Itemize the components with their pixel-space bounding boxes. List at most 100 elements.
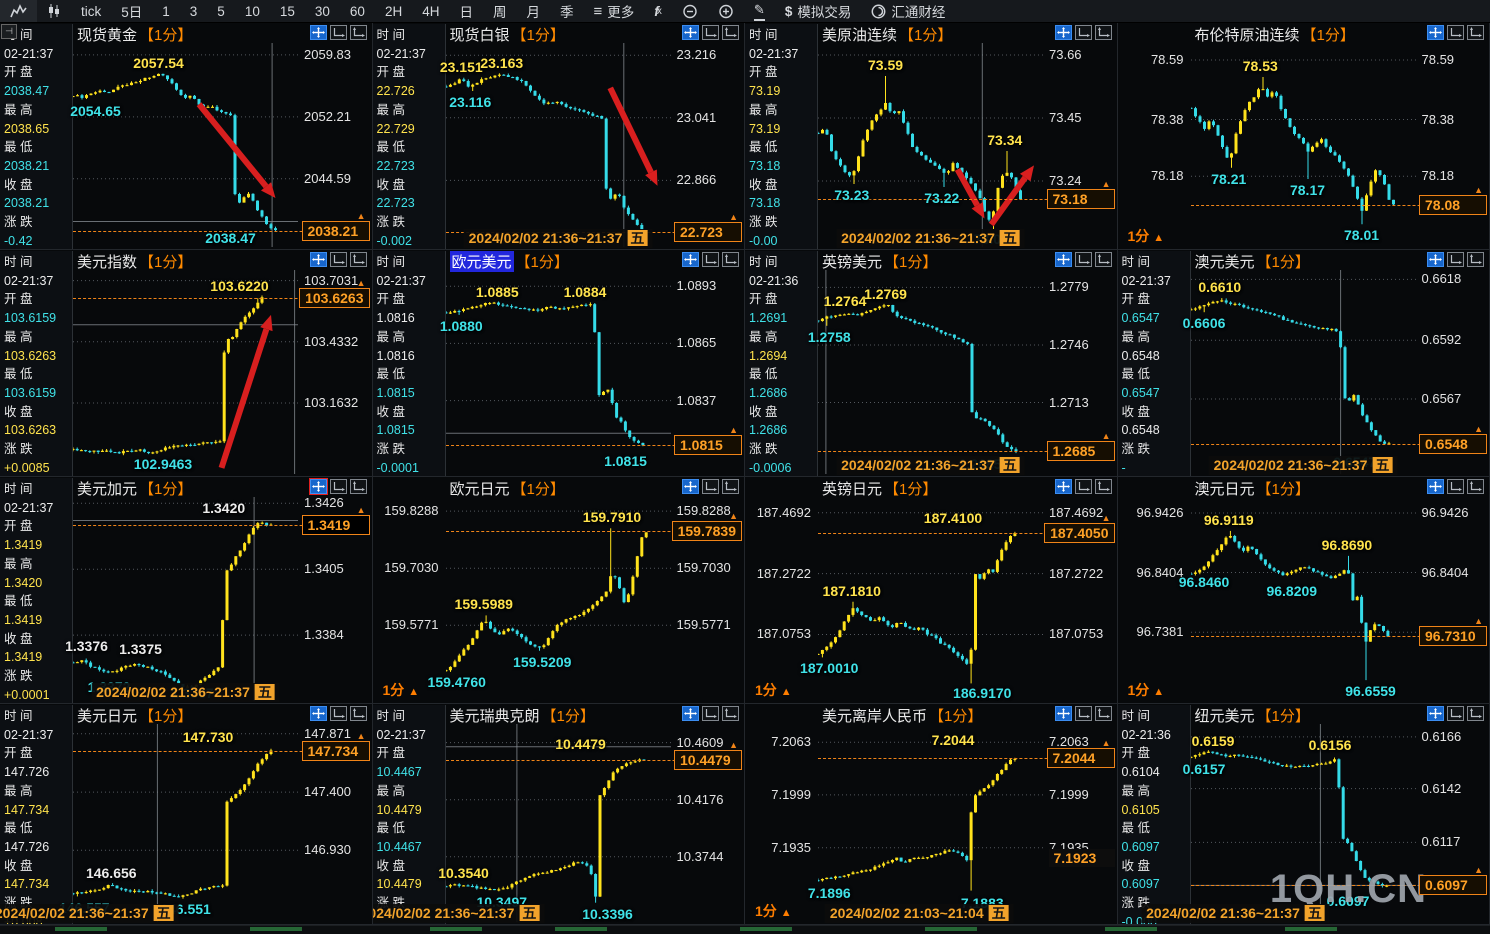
interval-badge[interactable]: 1分 ▲ — [1128, 226, 1165, 246]
interval-badge[interactable]: 1分 ▲ — [1128, 680, 1165, 700]
instrument-title[interactable]: 现货黄金 — [77, 24, 137, 45]
axis-scale-icon[interactable] — [702, 252, 719, 267]
instrument-title[interactable]: 美元离岸人民币 — [822, 705, 927, 726]
period-month[interactable]: 月 — [516, 0, 550, 22]
draw-tool[interactable]: ✎ — [744, 0, 775, 22]
interval-badge[interactable]: 1分 ▲ — [755, 901, 792, 921]
chart-plot[interactable] — [73, 497, 298, 701]
axis-fit-icon[interactable] — [350, 25, 367, 40]
chart-plot[interactable] — [818, 724, 1043, 922]
crosshair-tool-icon[interactable] — [1427, 479, 1444, 494]
period-2h[interactable]: 2H — [375, 0, 412, 22]
axis-fit-icon[interactable] — [350, 706, 367, 721]
axis-fit-icon[interactable] — [1467, 25, 1484, 40]
axis-fit-icon[interactable] — [722, 479, 739, 494]
period-10[interactable]: 10 — [235, 0, 270, 22]
axis-fit-icon[interactable] — [1467, 479, 1484, 494]
axis-fit-icon[interactable] — [1095, 479, 1112, 494]
crosshair-tool-icon[interactable] — [682, 25, 699, 40]
chart-plot[interactable] — [73, 270, 298, 474]
axis-fit-icon[interactable] — [1095, 25, 1112, 40]
axis-fit-icon[interactable] — [350, 252, 367, 267]
chart-plot[interactable] — [446, 724, 671, 922]
instrument-title[interactable]: 澳元日元 — [1195, 478, 1255, 499]
crosshair-tool-icon[interactable] — [1055, 479, 1072, 494]
axis-scale-icon[interactable] — [702, 25, 719, 40]
period-week[interactable]: 周 — [483, 0, 517, 22]
crosshair-tool-icon[interactable] — [310, 706, 327, 721]
crosshair-tool-icon[interactable] — [1427, 706, 1444, 721]
chart-plot[interactable] — [1191, 43, 1416, 247]
period-30[interactable]: 30 — [305, 0, 340, 22]
crosshair-tool-icon[interactable] — [1427, 252, 1444, 267]
crosshair-tool-icon[interactable] — [310, 25, 327, 40]
axis-fit-icon[interactable] — [1095, 252, 1112, 267]
axis-fit-icon[interactable] — [722, 706, 739, 721]
crosshair-tool-icon[interactable] — [682, 706, 699, 721]
crosshair-tool-icon[interactable] — [682, 252, 699, 267]
crosshair-tool-icon[interactable] — [310, 252, 327, 267]
axis-fit-icon[interactable] — [1467, 706, 1484, 721]
instrument-title[interactable]: 美元加元 — [77, 478, 137, 499]
crosshair-tool-icon[interactable] — [1055, 25, 1072, 40]
instrument-title[interactable]: 欧元日元 — [450, 478, 510, 499]
axis-fit-icon[interactable] — [722, 252, 739, 267]
period-60[interactable]: 60 — [340, 0, 375, 22]
axis-fit-icon[interactable] — [1467, 252, 1484, 267]
axis-scale-icon[interactable] — [1447, 706, 1464, 721]
instrument-title[interactable]: 欧元美元 — [450, 251, 514, 272]
instrument-title[interactable]: 美元日元 — [77, 705, 137, 726]
period-quarter[interactable]: 季 — [550, 0, 584, 22]
axis-scale-icon[interactable] — [330, 252, 347, 267]
instrument-title[interactable]: 美原油连续 — [822, 24, 897, 45]
crosshair-tool-icon[interactable] — [1055, 252, 1072, 267]
axis-scale-icon[interactable] — [1075, 479, 1092, 494]
axis-scale-icon[interactable] — [1447, 479, 1464, 494]
period-4h[interactable]: 4H — [412, 0, 449, 22]
instrument-title[interactable]: 纽元美元 — [1195, 705, 1255, 726]
more-menu[interactable]: ≡更多 — [583, 0, 644, 22]
period-tick[interactable]: tick — [71, 0, 111, 22]
chart-plot[interactable] — [73, 43, 298, 247]
demo-trading[interactable]: $模拟交易 — [775, 0, 862, 22]
instrument-title[interactable]: 布伦特原油连续 — [1195, 24, 1300, 45]
period-1[interactable]: 1 — [152, 0, 180, 22]
zoom-out[interactable] — [672, 0, 708, 22]
chart-plot[interactable] — [73, 724, 298, 922]
fx678-brand[interactable]: 汇通财经 — [861, 0, 955, 22]
chart-plot[interactable] — [446, 270, 671, 474]
crosshair-tool-icon[interactable] — [310, 479, 327, 494]
interval-badge[interactable]: 1分 ▲ — [755, 680, 792, 700]
axis-scale-icon[interactable] — [330, 479, 347, 494]
axis-scale-icon[interactable] — [1447, 25, 1464, 40]
axis-scale-icon[interactable] — [1075, 25, 1092, 40]
instrument-title[interactable]: 英镑美元 — [822, 251, 882, 272]
instrument-title[interactable]: 英镑日元 — [822, 478, 882, 499]
axis-fit-icon[interactable] — [350, 479, 367, 494]
axis-scale-icon[interactable] — [1075, 252, 1092, 267]
period-3[interactable]: 3 — [180, 0, 208, 22]
instrument-title[interactable]: 澳元美元 — [1195, 251, 1255, 272]
crosshair-tool-icon[interactable] — [1055, 706, 1072, 721]
candlestick-icon[interactable] — [37, 0, 71, 22]
collapse-panel-icon[interactable]: ⊣ — [1, 24, 17, 39]
period-5d[interactable]: 5日 — [111, 0, 152, 22]
period-5[interactable]: 5 — [207, 0, 235, 22]
crosshair-tool-icon[interactable] — [682, 479, 699, 494]
instrument-title[interactable]: 美元瑞典克朗 — [450, 705, 540, 726]
axis-scale-icon[interactable] — [702, 479, 719, 494]
axis-scale-icon[interactable] — [330, 25, 347, 40]
crosshair-tool-icon[interactable] — [1427, 25, 1444, 40]
zoom-in[interactable] — [708, 0, 744, 22]
period-day[interactable]: 日 — [449, 0, 483, 22]
axis-scale-icon[interactable] — [330, 706, 347, 721]
interval-badge[interactable]: 1分 ▲ — [383, 680, 420, 700]
axis-scale-icon[interactable] — [702, 706, 719, 721]
axis-fit-icon[interactable] — [722, 25, 739, 40]
instrument-title[interactable]: 美元指数 — [77, 251, 137, 272]
line-chart-icon[interactable] — [0, 0, 37, 22]
axis-scale-icon[interactable] — [1447, 252, 1464, 267]
indicator-fx[interactable]: fx — [644, 0, 672, 22]
axis-fit-icon[interactable] — [1095, 706, 1112, 721]
instrument-title[interactable]: 现货白银 — [450, 24, 510, 45]
